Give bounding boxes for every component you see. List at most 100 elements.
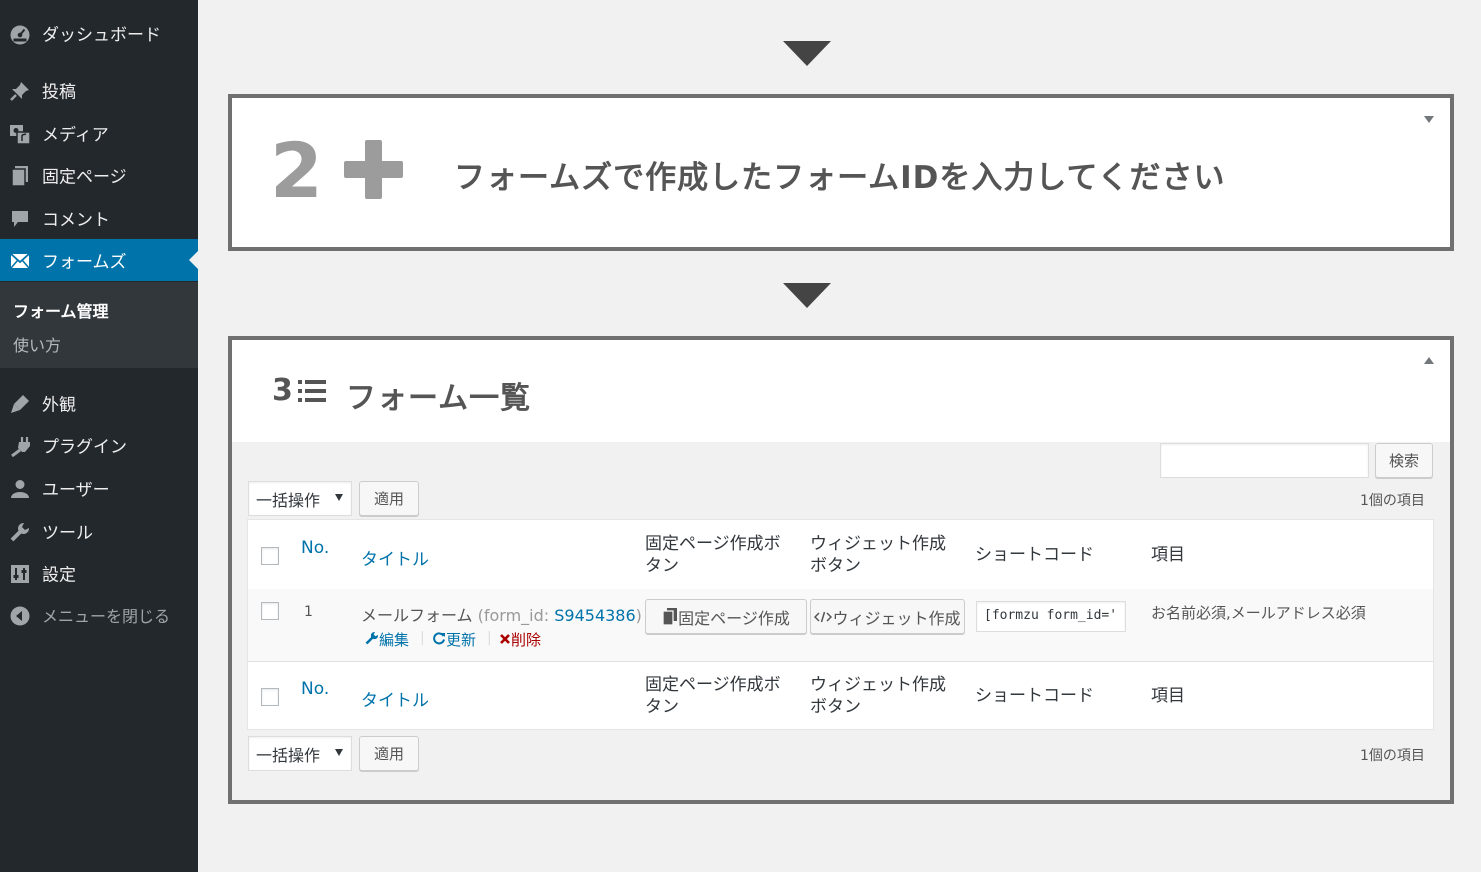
column-title[interactable]: タイトル xyxy=(361,686,429,711)
form-id-suffix: ) xyxy=(635,606,642,625)
chevron-down-icon xyxy=(335,749,343,756)
sidebar-item-dashboard[interactable]: ダッシュボード xyxy=(0,12,198,54)
column-page-button: 固定ページ作成ボタン xyxy=(645,534,781,576)
sidebar-item-label: 投稿 xyxy=(42,82,76,103)
sidebar-item-label: ダッシュボード xyxy=(42,25,161,46)
action-separator: | xyxy=(420,630,425,646)
column-title[interactable]: タイトル xyxy=(361,545,429,570)
wrench-icon xyxy=(10,522,30,542)
chevron-down-icon xyxy=(335,494,343,501)
mail-icon xyxy=(10,253,30,269)
create-page-button[interactable]: 固定ページ作成 xyxy=(645,599,807,634)
sidebar-item-label: 固定ページ xyxy=(42,167,127,188)
table-row: 1 メールフォーム (form_id: S9454386) 編集 | 更新 | … xyxy=(248,589,1433,662)
edit-label: 編集 xyxy=(379,631,410,649)
delete-label: 削除 xyxy=(511,631,542,649)
step3-number: 3 xyxy=(272,373,293,408)
bulk-action-select[interactable]: 一括操作 xyxy=(248,481,352,516)
sidebar-item-appearance[interactable]: 外観 xyxy=(0,382,198,424)
sidebar-item-pages[interactable]: 固定ページ xyxy=(0,154,198,196)
sidebar-item-label: フォームズ xyxy=(42,252,127,273)
code-icon xyxy=(814,611,833,622)
page-icon xyxy=(662,607,678,626)
sidebar-item-label: コメント xyxy=(42,210,110,231)
search-input[interactable] xyxy=(1160,443,1369,478)
panel-toggle-up-icon[interactable] xyxy=(1424,357,1434,364)
create-widget-label: ウィジェット作成 xyxy=(832,608,961,628)
form-list-area: 検索 一括操作 適用 1個の項目 No. タイトル 固定ページ作成ボタン ウィジ… xyxy=(232,442,1450,800)
form-id-prefix: (form_id: xyxy=(477,606,555,625)
sidebar-item-label: プラグイン xyxy=(42,437,127,458)
sidebar-item-posts[interactable]: 投稿 xyxy=(0,69,198,111)
column-widget-button: ウィジェット作成ボタン xyxy=(810,675,946,717)
page-icon xyxy=(11,166,28,187)
collapse-icon xyxy=(10,606,30,626)
dashboard-icon xyxy=(10,25,30,45)
row-no: 1 xyxy=(304,604,313,620)
row-fields: お名前必須,メールアドレス必須 xyxy=(1151,604,1366,622)
update-label: 更新 xyxy=(446,631,477,649)
sidebar-item-users[interactable]: ユーザー xyxy=(0,467,198,509)
step3-title: フォーム一覧 xyxy=(346,381,532,416)
user-icon xyxy=(11,480,29,498)
column-fields: 項目 xyxy=(1151,545,1185,565)
column-shortcode: ショートコード xyxy=(975,545,1094,565)
column-no[interactable]: No. xyxy=(301,679,329,699)
list-icon xyxy=(298,380,326,402)
step2-number: 2 xyxy=(270,126,323,215)
media-icon xyxy=(10,125,31,145)
bulk-action-select-bottom[interactable]: 一括操作 xyxy=(248,736,352,771)
item-count-bottom: 1個の項目 xyxy=(1360,748,1425,764)
comment-icon xyxy=(12,211,28,227)
collapse-menu-button[interactable]: メニューを閉じる xyxy=(0,594,198,636)
create-widget-button[interactable]: ウィジェット作成 xyxy=(810,599,965,634)
settings-icon xyxy=(11,565,29,583)
apply-button[interactable]: 適用 xyxy=(359,481,419,516)
table-header-row: No. タイトル 固定ページ作成ボタン ウィジェット作成ボタン ショートコード … xyxy=(248,520,1433,590)
panel-toggle-down-icon[interactable] xyxy=(1424,116,1434,123)
select-all-checkbox[interactable] xyxy=(261,547,279,565)
sidebar-item-comments[interactable]: コメント xyxy=(0,197,198,239)
row-checkbox[interactable] xyxy=(261,602,279,620)
bulk-action-selected: 一括操作 xyxy=(256,745,321,765)
row-title: メールフォーム (form_id: S9454386) xyxy=(361,602,642,626)
sidebar-item-tools[interactable]: ツール xyxy=(0,510,198,552)
sidebar-item-label: メディア xyxy=(42,125,109,146)
column-widget-button: ウィジェット作成ボタン xyxy=(810,534,946,576)
select-all-checkbox-bottom[interactable] xyxy=(261,688,279,706)
table-footer-row: No. タイトル 固定ページ作成ボタン ウィジェット作成ボタン ショートコード … xyxy=(248,661,1433,729)
column-page-button: 固定ページ作成ボタン xyxy=(645,675,781,717)
sidebar-item-label: メニューを閉じる xyxy=(42,607,171,626)
refresh-icon xyxy=(433,632,445,645)
sidebar-item-label: 外観 xyxy=(42,395,76,416)
sidebar-item-plugins[interactable]: プラグイン xyxy=(0,424,198,466)
apply-button-bottom[interactable]: 適用 xyxy=(359,736,419,771)
form-id-link[interactable]: S9454386 xyxy=(554,606,635,625)
sidebar-item-label: 設定 xyxy=(42,565,76,586)
sidebar-item-label: ユーザー xyxy=(42,480,110,501)
column-shortcode: ショートコード xyxy=(975,686,1094,706)
appearance-icon xyxy=(11,395,29,413)
formzu-submenu: フォーム管理 使い方 xyxy=(0,282,198,368)
sidebar-item-formzu[interactable]: フォームズ xyxy=(0,239,198,281)
close-icon xyxy=(500,634,510,644)
forms-table: No. タイトル 固定ページ作成ボタン ウィジェット作成ボタン ショートコード … xyxy=(247,519,1434,730)
update-action[interactable]: 更新 xyxy=(432,629,476,650)
step2-title: フォームズで作成したフォームIDを入力してください xyxy=(454,160,1226,196)
plugin-icon xyxy=(11,437,30,457)
shortcode-field[interactable]: [formzu form_id=' xyxy=(976,601,1126,632)
step-arrow-down-icon xyxy=(783,283,831,308)
step3-panel: 3 フォーム一覧 検索 一括操作 適用 1個の項目 No. タイトル 固定ページ… xyxy=(228,336,1454,804)
sidebar-item-settings[interactable]: 設定 xyxy=(0,552,198,594)
submenu-item-form-management[interactable]: フォーム管理 xyxy=(13,298,109,322)
admin-sidebar: ダッシュボード 投稿 メディア 固定ページ コメント フォームズ フォーム管理 … xyxy=(0,0,198,872)
submenu-item-usage[interactable]: 使い方 xyxy=(13,332,61,356)
column-no[interactable]: No. xyxy=(301,538,329,558)
sidebar-item-media[interactable]: メディア xyxy=(0,112,198,154)
delete-action[interactable]: 削除 xyxy=(499,629,541,650)
search-button[interactable]: 検索 xyxy=(1375,443,1433,478)
edit-action[interactable]: 編集 xyxy=(365,629,409,650)
plus-icon xyxy=(344,140,403,199)
column-fields: 項目 xyxy=(1151,686,1185,706)
sidebar-item-label: ツール xyxy=(42,523,93,544)
